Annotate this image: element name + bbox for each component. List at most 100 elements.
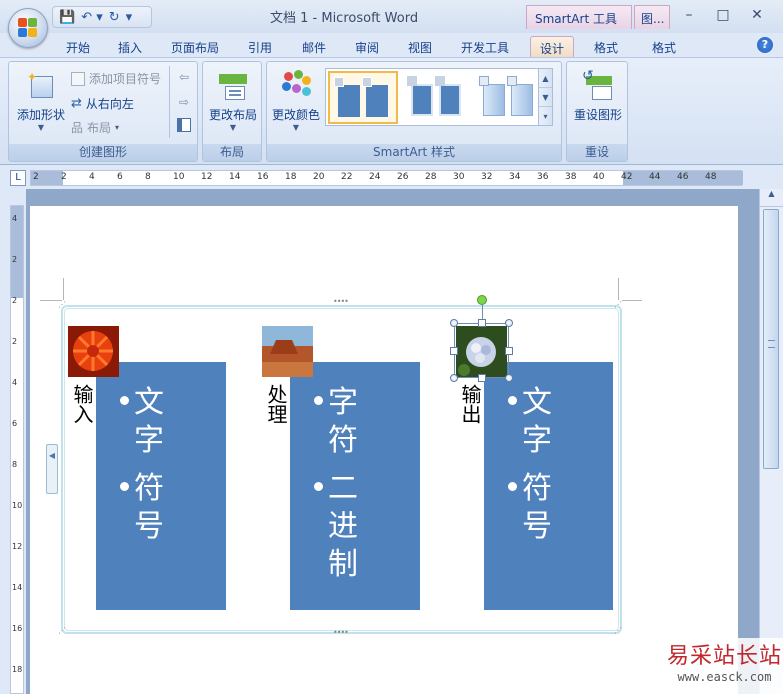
customize-qat-icon[interactable]: ▾: [126, 10, 133, 25]
chrysanthemum-image[interactable]: [68, 326, 119, 377]
help-icon[interactable]: ?: [757, 37, 773, 53]
smartart-block-2[interactable]: 字符 二进制: [290, 362, 420, 610]
vertical-scrollbar[interactable]: ▲: [759, 189, 783, 694]
group-label-create-graphic: 创建图形: [9, 144, 197, 161]
gallery-more-icon[interactable]: ▾: [539, 107, 552, 126]
frame-handle[interactable]: ⋰: [58, 626, 66, 635]
minimize-button[interactable]: –: [676, 6, 702, 24]
reset-graphic-label: 重设图形: [573, 108, 622, 122]
ruler-number: 18: [12, 665, 23, 674]
tab-developer[interactable]: 开发工具: [452, 36, 518, 57]
margin-mark: [618, 278, 619, 300]
frame-handle[interactable]: ⋰: [58, 300, 66, 309]
horizontal-ruler[interactable]: 2 2 4 6 8 10 12 14 16 18 20 22 24 26 28 30 32 34 36 38 40 42 4…: [30, 170, 743, 186]
bullet-list-icon: [71, 71, 85, 86]
tab-insert[interactable]: 插入: [110, 36, 150, 57]
change-colors-button[interactable]: 更改颜色 ▼: [269, 70, 323, 132]
resize-handle[interactable]: [450, 347, 458, 355]
tab-format-picture[interactable]: 格式: [642, 36, 686, 57]
bullet-item: 文字: [96, 384, 226, 460]
frame-handle[interactable]: ⋰: [614, 300, 622, 309]
gallery-down-icon[interactable]: ▼: [539, 88, 552, 107]
layout-label: 布局: [87, 121, 112, 135]
frame-handle[interactable]: ⋰: [614, 626, 622, 635]
ruler-number: 18: [285, 172, 297, 182]
office-logo-icon: [18, 18, 38, 38]
change-layout-button[interactable]: 更改布局 ▼: [205, 70, 261, 132]
smartart-label-1[interactable]: 输入: [68, 384, 97, 424]
maximize-button[interactable]: □: [710, 6, 736, 24]
watermark-text: 易采站长站: [666, 644, 782, 669]
ruler-number: 4: [12, 378, 18, 387]
office-button[interactable]: [8, 8, 48, 48]
close-button[interactable]: ✕: [744, 6, 770, 24]
bullet-item: 文字: [484, 384, 613, 460]
smartart-label-2[interactable]: 处理: [262, 384, 291, 424]
tab-selector-icon[interactable]: L: [10, 170, 26, 186]
ruler-number: 6: [12, 419, 18, 428]
style-item-outline[interactable]: [402, 71, 472, 124]
right-to-left-button[interactable]: ⇄ 从右向左: [71, 95, 134, 112]
ruler-number: 36: [537, 172, 549, 182]
reset-graphic-button[interactable]: ↺ 重设图形: [569, 68, 627, 123]
resize-handle[interactable]: [505, 319, 513, 327]
ruler-number: 4: [12, 214, 18, 223]
text-pane-toggle[interactable]: ◀: [46, 444, 58, 494]
tab-format-smartart[interactable]: 格式: [584, 36, 628, 57]
ruler-number: 48: [705, 172, 717, 182]
style-item-flat[interactable]: [328, 71, 398, 124]
frame-handle[interactable]: ••••: [333, 297, 349, 306]
resize-handle[interactable]: [478, 319, 486, 327]
picture-tools-context: 图...: [634, 5, 670, 29]
ruler-number: 14: [229, 172, 241, 182]
ruler-number: 38: [565, 172, 577, 182]
resize-handle[interactable]: [478, 374, 486, 382]
dropdown-arrow-icon: ▾: [115, 123, 120, 132]
vertical-ruler[interactable]: 4 2 2 2 4 6 8 10 12 14 16 18: [10, 205, 24, 694]
resize-handle[interactable]: [505, 347, 513, 355]
layout-button[interactable]: 品 布局 ▾: [71, 119, 119, 136]
scroll-up-icon[interactable]: ▲: [760, 189, 783, 207]
separator: [169, 66, 170, 138]
smartart-block-1[interactable]: 文字 符号: [96, 362, 226, 610]
demote-icon[interactable]: ⇨: [179, 95, 189, 109]
desert-image[interactable]: [262, 326, 313, 377]
tab-mailings[interactable]: 邮件: [294, 36, 334, 57]
ribbon: ✦ 添加形状 ▼ 添加项目符号 ⇄ 从右向左 品 布局 ▾ ⇦ ⇨ 创建图形 更…: [0, 57, 783, 165]
tab-page-layout[interactable]: 页面布局: [162, 36, 228, 57]
text-pane-icon[interactable]: [177, 118, 191, 132]
watermark: 易采站长站 www.easck.com: [666, 638, 783, 694]
save-icon[interactable]: 💾: [59, 10, 75, 25]
tab-design[interactable]: 设计: [530, 36, 574, 57]
undo-icon[interactable]: ↶ ▾: [81, 10, 103, 25]
ruler-number: 44: [649, 172, 661, 182]
resize-handle[interactable]: [450, 319, 458, 327]
resize-handle[interactable]: [450, 374, 458, 382]
promote-icon[interactable]: ⇦: [179, 70, 189, 84]
bullet-item: 符号: [96, 470, 226, 546]
tab-references[interactable]: 引用: [240, 36, 280, 57]
add-bullet-button[interactable]: 添加项目符号: [71, 70, 161, 87]
image-selection-box: [454, 323, 509, 378]
tab-review[interactable]: 审阅: [347, 36, 387, 57]
add-shape-button[interactable]: ✦ 添加形状 ▼: [13, 70, 69, 132]
style-item-gradient[interactable]: [474, 71, 544, 124]
ruler-number: 8: [12, 460, 18, 469]
title-bar: 💾 ↶ ▾ ↻ ▾ 文档 1 - Microsoft Word SmartArt…: [0, 0, 783, 33]
smartart-label-3[interactable]: 输出: [456, 384, 485, 424]
frame-handle[interactable]: ••••: [333, 628, 349, 637]
redo-icon[interactable]: ↻: [109, 10, 120, 25]
tab-view[interactable]: 视图: [400, 36, 440, 57]
bullet-list: 字符 二进制: [290, 362, 420, 584]
group-label-smartart-styles: SmartArt 样式: [267, 144, 561, 161]
ruler-number: 16: [257, 172, 269, 182]
ruler-number: 24: [369, 172, 381, 182]
ribbon-tabs: 开始 插入 页面布局 引用 邮件 审阅 视图 开发工具 设计 格式 格式 ?: [0, 33, 783, 57]
smartart-block-3[interactable]: 文字 符号: [484, 362, 613, 610]
gallery-scrollbar[interactable]: ▲ ▼ ▾: [538, 69, 552, 125]
ruler-number: 22: [341, 172, 353, 182]
gallery-up-icon[interactable]: ▲: [539, 69, 552, 88]
scroll-thumb[interactable]: [763, 209, 779, 469]
resize-handle[interactable]: [505, 374, 513, 382]
tab-home[interactable]: 开始: [58, 36, 98, 57]
